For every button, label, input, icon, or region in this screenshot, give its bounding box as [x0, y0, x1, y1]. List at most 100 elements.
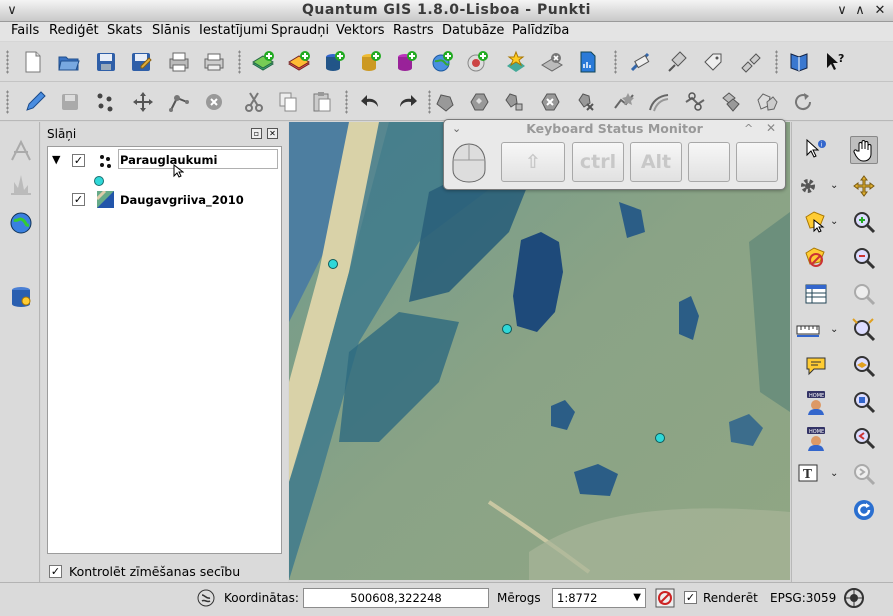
remove-layer-icon[interactable]: [539, 49, 565, 75]
tag-icon[interactable]: [700, 49, 726, 75]
menu-datubaze[interactable]: Datubāze: [442, 23, 504, 38]
close-window-button[interactable]: ✕: [872, 3, 888, 19]
merge-attributes-icon[interactable]: [754, 89, 780, 115]
zoom-full-icon[interactable]: [850, 280, 878, 308]
add-mssql-layer-icon[interactable]: [393, 49, 419, 75]
scale-combo[interactable]: 1:8772 ▼: [552, 588, 646, 608]
undo-icon[interactable]: [358, 89, 384, 115]
menu-rediget[interactable]: Rediģēt: [49, 23, 99, 38]
minimize-button[interactable]: ∨: [834, 3, 850, 19]
chevron-down-icon[interactable]: ⌄: [830, 216, 842, 227]
zoom-out-icon[interactable]: [850, 244, 878, 272]
coordinates-field[interactable]: 500608,322248: [303, 588, 489, 608]
zoom-last-icon[interactable]: [850, 424, 878, 452]
measure-line-icon[interactable]: [794, 316, 822, 344]
render-order-checkbox[interactable]: ✓: [49, 565, 62, 578]
merge-features-icon[interactable]: [718, 89, 744, 115]
layer-name-parauglaukumi[interactable]: Parauglaukumi: [120, 153, 217, 167]
crs-status[interactable]: EPSG:3059: [770, 591, 836, 605]
move-label-icon[interactable]: [8, 138, 34, 164]
chevron-down-icon[interactable]: ▼: [633, 589, 641, 607]
zoom-to-layer-icon[interactable]: [850, 352, 878, 380]
offset-curve-icon[interactable]: [646, 89, 672, 115]
split-features-icon[interactable]: [682, 89, 708, 115]
delete-ring-icon[interactable]: [537, 89, 563, 115]
open-project-icon[interactable]: [56, 49, 82, 75]
node-tool-icon[interactable]: [166, 89, 192, 115]
deselect-features-icon[interactable]: [802, 244, 830, 272]
chevron-down-icon[interactable]: ⌄: [830, 324, 842, 335]
menu-iestatijumi[interactable]: Iestatījumi: [199, 23, 268, 38]
add-spatialite-layer-icon[interactable]: [357, 49, 383, 75]
add-wcs-layer-icon[interactable]: [464, 49, 490, 75]
toggle-extents-icon[interactable]: [196, 588, 216, 608]
zoom-native-resolution-icon[interactable]: [850, 388, 878, 416]
add-ring-icon[interactable]: [466, 89, 492, 115]
toolbar-grip[interactable]: [614, 50, 617, 74]
show-bookmarks-icon[interactable]: HOME: [802, 424, 830, 452]
toolbar-grip[interactable]: [6, 90, 9, 114]
zoom-to-selection-icon[interactable]: [850, 316, 878, 344]
reshape-features-icon[interactable]: [611, 89, 637, 115]
add-point-icon[interactable]: [92, 89, 118, 115]
help-contents-icon[interactable]: [786, 49, 812, 75]
text-annotation-icon[interactable]: T: [794, 460, 822, 488]
pan-map-icon[interactable]: [850, 136, 878, 164]
zoom-in-icon[interactable]: [850, 208, 878, 236]
plugin-manager-icon[interactable]: [737, 49, 763, 75]
plugin-icon[interactable]: [665, 49, 691, 75]
whats-this-icon[interactable]: ?: [822, 49, 848, 75]
toggle-editing-icon[interactable]: [22, 89, 48, 115]
new-bookmark-icon[interactable]: HOME: [802, 388, 830, 416]
rotate-point-symbols-icon[interactable]: [790, 89, 816, 115]
select-features-icon[interactable]: [802, 208, 830, 236]
map-canvas[interactable]: [289, 122, 790, 580]
menu-skats[interactable]: Skats: [107, 23, 142, 38]
spell-check-icon[interactable]: [627, 49, 653, 75]
new-project-icon[interactable]: [20, 49, 46, 75]
chevron-down-icon[interactable]: ⌄: [830, 468, 842, 479]
toolbar-grip[interactable]: [775, 50, 778, 74]
save-as-icon[interactable]: [128, 49, 154, 75]
close-panel-icon[interactable]: ✕: [267, 128, 278, 139]
layer-tree[interactable]: ▼ ✓ Parauglaukumi ✓ Daugavgriiva_2010: [47, 146, 282, 554]
gear-icon[interactable]: [794, 172, 822, 200]
delete-selected-icon[interactable]: [201, 89, 227, 115]
attribute-table-icon[interactable]: [802, 280, 830, 308]
sample-point-marker[interactable]: [655, 433, 665, 443]
sample-point-marker[interactable]: [502, 324, 512, 334]
render-checkbox[interactable]: ✓: [684, 591, 697, 604]
menu-rastrs[interactable]: Rastrs: [393, 23, 434, 38]
maximize-button[interactable]: ∧: [852, 3, 868, 19]
close-monitor-icon[interactable]: ✕: [766, 121, 776, 135]
print-icon[interactable]: [201, 49, 227, 75]
menu-slanis[interactable]: Slānis: [152, 23, 190, 38]
layer-visibility-checkbox[interactable]: ✓: [72, 154, 85, 167]
zoom-next-icon[interactable]: [850, 460, 878, 488]
save-edits-icon[interactable]: [57, 89, 83, 115]
stop-render-icon[interactable]: [655, 588, 675, 608]
identify-icon[interactable]: i: [802, 136, 830, 164]
add-wms-layer-icon[interactable]: [429, 49, 455, 75]
globe-icon[interactable]: [8, 210, 34, 236]
menu-fails[interactable]: Fails: [11, 23, 39, 38]
add-postgis-layer-icon[interactable]: [321, 49, 347, 75]
chevron-up-icon[interactable]: ^: [744, 122, 753, 135]
menu-spraudni[interactable]: Spraudņi: [271, 23, 329, 38]
new-shapefile-icon[interactable]: [503, 49, 529, 75]
layer-name-daugavgriiva[interactable]: Daugavgriiva_2010: [120, 193, 244, 207]
database-icon[interactable]: [8, 284, 34, 310]
paste-features-icon[interactable]: [309, 89, 335, 115]
add-vector-layer-icon[interactable]: [286, 49, 312, 75]
cut-features-icon[interactable]: [241, 89, 267, 115]
new-gpx-layer-icon[interactable]: [575, 49, 601, 75]
toolbar-grip[interactable]: [345, 90, 348, 114]
toolbar-grip[interactable]: [238, 50, 241, 74]
map-tips-icon[interactable]: [802, 352, 830, 380]
redo-icon[interactable]: [394, 89, 420, 115]
add-raster-layer-icon[interactable]: [250, 49, 276, 75]
sample-point-marker[interactable]: [328, 259, 338, 269]
print-composer-icon[interactable]: [166, 49, 192, 75]
save-project-icon[interactable]: [93, 49, 119, 75]
chevron-down-icon[interactable]: ⌄: [830, 180, 842, 191]
